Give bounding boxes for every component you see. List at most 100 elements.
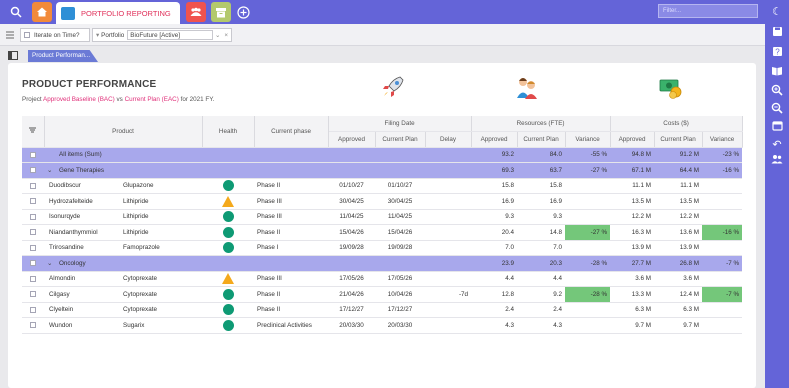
row-select[interactable] [22, 317, 44, 334]
chevron-down-icon[interactable]: ⌄ [47, 167, 59, 174]
group-row[interactable]: ⌄ Oncology 23.9 20.3 -28 % 27.7 M 26.8 M -7 % [22, 255, 743, 272]
col-filing-current[interactable]: Current Plan [375, 131, 426, 148]
table-row[interactable]: Wundon Sugarix Preclinical Activities 20/03… [22, 317, 743, 334]
col-res-current[interactable]: Current Plan [517, 131, 566, 148]
row-checkbox[interactable] [30, 322, 36, 329]
col-res-variance[interactable]: Variance [565, 131, 611, 148]
cost-variance-cell [702, 178, 743, 194]
archive-icon[interactable] [211, 2, 231, 22]
team-icon[interactable] [186, 2, 206, 22]
subtitle-current: Current Plan (EAC) [124, 96, 179, 103]
chevron-down-icon[interactable]: ⌄ [215, 32, 220, 39]
iterate-checkbox[interactable] [24, 32, 30, 38]
col-cost-variance[interactable]: Variance [702, 131, 743, 148]
ok-health-icon [222, 288, 234, 300]
row-select[interactable] [22, 286, 44, 303]
col-res-approved[interactable]: Approved [471, 131, 518, 148]
filing-current-cell: 30/04/25 [375, 193, 426, 210]
row-select[interactable] [22, 302, 44, 318]
compound-cell: Sugarix [120, 317, 203, 334]
home-icon[interactable] [32, 2, 52, 22]
calendar-icon[interactable] [769, 120, 785, 134]
table-row[interactable]: Isonurqyde Lithipride Phase III 11/04/25 11/… [22, 209, 743, 225]
group-row[interactable]: ⌄ Gene Therapies 69.3 63.7 -27 % 67.1 M 64.4 M… [22, 162, 743, 179]
chevron-down-icon[interactable]: ⌄ [47, 260, 59, 267]
close-icon[interactable]: × [224, 32, 228, 39]
save-icon[interactable] [769, 26, 785, 40]
row-checkbox[interactable] [30, 151, 36, 158]
row-checkbox[interactable] [30, 260, 36, 267]
row-select[interactable] [22, 240, 44, 256]
product-name-cell: Hydrozafelteide [44, 193, 120, 210]
table-row[interactable]: Hydrozafelteide Lithipride Phase III 30/04/… [22, 193, 743, 210]
zoom-out-icon[interactable] [769, 102, 785, 116]
row-select[interactable] [22, 255, 44, 272]
table-row[interactable]: Niandanthymmiol Lithipride Phase II 15/04/2… [22, 224, 743, 241]
res-approved-cell: 7.0 [471, 240, 518, 256]
row-checkbox[interactable] [30, 275, 36, 282]
row-select[interactable] [22, 147, 44, 163]
undo-icon[interactable]: ↶ [769, 138, 785, 152]
book-icon[interactable] [769, 66, 785, 80]
col-cost-approved[interactable]: Approved [610, 131, 655, 148]
col-health[interactable]: Health [202, 116, 255, 148]
group-row[interactable]: All items (Sum) 93.2 84.0 -55 % 94.8 M 91.2 M… [22, 147, 743, 163]
product-name-cell: Almondin [44, 271, 120, 287]
tab-product-performance[interactable]: Product Performan... [28, 50, 98, 62]
table-row[interactable]: Clyeltein Cytoprexate Phase II 17/12/27 17/1… [22, 302, 743, 318]
table-row[interactable]: Almondin Cytoprexate Phase III 17/05/26 17/0… [22, 271, 743, 287]
table-row[interactable]: Trirosandine Famoprazole Phase I 19/09/28 19… [22, 240, 743, 256]
filter-input[interactable]: Filter... [658, 4, 758, 18]
filing-approved-cell: 11/04/25 [328, 209, 376, 225]
row-select[interactable] [22, 209, 44, 225]
row-checkbox[interactable] [30, 291, 36, 298]
subtitle-project: Project [22, 96, 42, 103]
delay-cell [425, 209, 472, 225]
search-icon[interactable] [6, 2, 26, 22]
help-icon[interactable]: ? [769, 46, 785, 60]
row-checkbox[interactable] [30, 306, 36, 313]
row-checkbox[interactable] [30, 244, 36, 251]
settings-icon[interactable] [5, 30, 15, 40]
add-icon[interactable] [233, 2, 253, 22]
portfolio-filter[interactable]: ▾ Portfolio BioFuture [Active] ⌄ × [92, 28, 232, 42]
row-select[interactable] [22, 271, 44, 287]
product-name-cell: Duodibscur [44, 178, 120, 194]
filing-current-cell: 15/04/26 [375, 224, 426, 241]
phase-cell: Phase III [254, 271, 329, 287]
col-filing-approved[interactable]: Approved [328, 131, 376, 148]
col-product[interactable]: Product [44, 116, 203, 148]
col-current-phase[interactable]: Current phase [254, 116, 329, 148]
moon-icon[interactable]: ☾ [769, 5, 785, 19]
row-select[interactable] [22, 178, 44, 194]
row-select[interactable] [22, 162, 44, 179]
portfolio-select[interactable]: BioFuture [Active] [127, 30, 214, 40]
users-icon[interactable] [769, 154, 785, 168]
row-select[interactable] [22, 224, 44, 241]
zoom-in-icon[interactable] [769, 84, 785, 98]
col-delay[interactable]: Delay [425, 131, 472, 148]
col-cost-current[interactable]: Current Plan [654, 131, 703, 148]
row-checkbox[interactable] [30, 182, 36, 189]
panel-toggle-icon[interactable] [8, 51, 18, 60]
portfolio-icon [61, 6, 75, 20]
table-row[interactable]: Duodibscur Glupazone Phase II 01/10/27 01/10… [22, 178, 743, 194]
filing-current-cell: 01/10/27 [375, 178, 426, 194]
health-cell [202, 224, 255, 241]
ok-health-icon [222, 319, 234, 331]
compound-cell: Lithipride [120, 193, 203, 210]
cost-approved-cell: 6.3 M [610, 302, 655, 318]
group-name-cell: All items (Sum) [44, 147, 472, 163]
row-checkbox[interactable] [30, 229, 36, 236]
subtitle-baseline: Approved Baseline (BAC) [43, 96, 115, 103]
group-name: Oncology [59, 259, 86, 267]
row-checkbox[interactable] [30, 213, 36, 220]
row-checkbox[interactable] [30, 167, 36, 174]
table-row[interactable]: Cilgasy Cytoprexate Phase II 21/04/26 10/04/… [22, 286, 743, 303]
row-checkbox[interactable] [30, 198, 36, 205]
row-select[interactable] [22, 193, 44, 210]
select-all-header[interactable] [22, 116, 45, 148]
tab-portfolio-reporting[interactable]: PORTFOLIO REPORTING [56, 2, 180, 24]
iterate-toggle[interactable]: Iterate on Time? [20, 28, 90, 42]
phase-cell: Phase III [254, 193, 329, 210]
